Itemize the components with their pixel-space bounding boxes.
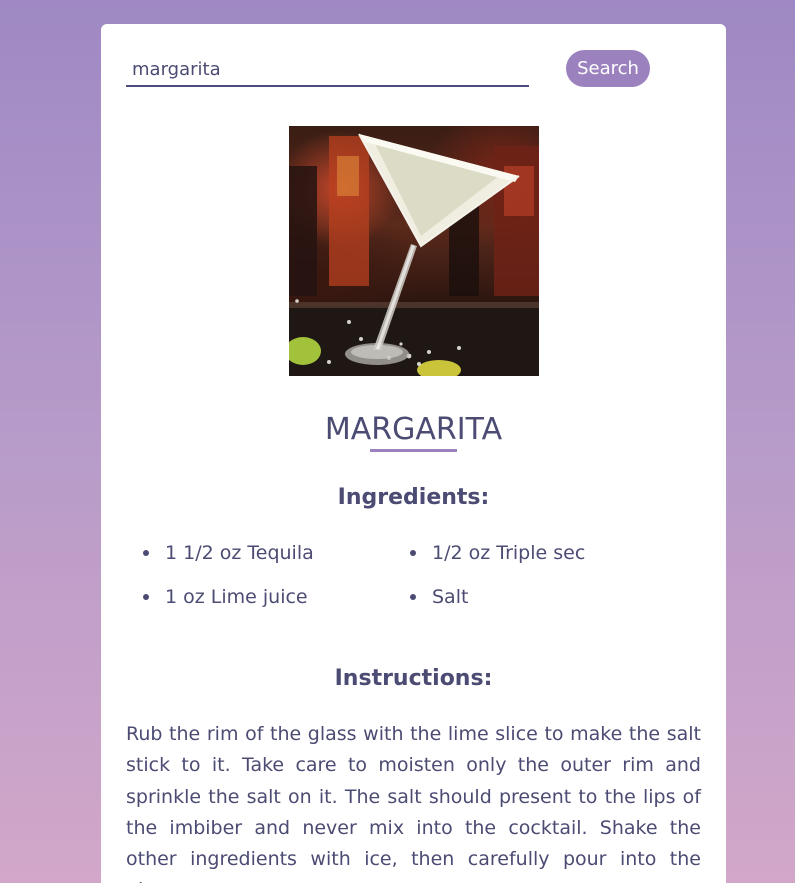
drink-card: Search xyxy=(101,24,726,883)
search-button[interactable]: Search xyxy=(566,50,650,87)
list-item: 1 1/2 oz Tequila xyxy=(141,538,408,568)
instructions-text: Rub the rim of the glass with the lime s… xyxy=(126,723,701,883)
ingredients-list: 1 1/2 oz Tequila 1/2 oz Triple sec 1 oz … xyxy=(141,538,701,612)
list-item: Salt xyxy=(408,582,675,612)
instructions-heading: Instructions: xyxy=(334,666,493,691)
ingredient-label: 1/2 oz Triple sec xyxy=(432,542,586,564)
bullet-icon xyxy=(410,594,416,600)
ingredient-label: 1 1/2 oz Tequila xyxy=(165,542,314,564)
drink-title: MARGARITA xyxy=(324,412,503,447)
ingredients-heading: Ingredients: xyxy=(337,485,490,510)
title-underline xyxy=(370,449,457,452)
bullet-icon xyxy=(143,594,149,600)
list-item: 1/2 oz Triple sec xyxy=(408,538,675,568)
drink-image xyxy=(289,126,539,376)
bullet-icon xyxy=(143,550,149,556)
list-item: 1 oz Lime juice xyxy=(141,582,408,612)
bullet-icon xyxy=(410,550,416,556)
ingredient-label: Salt xyxy=(432,586,469,608)
margarita-glass-icon xyxy=(289,133,539,376)
search-input[interactable] xyxy=(126,54,529,87)
ingredient-label: 1 oz Lime juice xyxy=(165,586,308,608)
